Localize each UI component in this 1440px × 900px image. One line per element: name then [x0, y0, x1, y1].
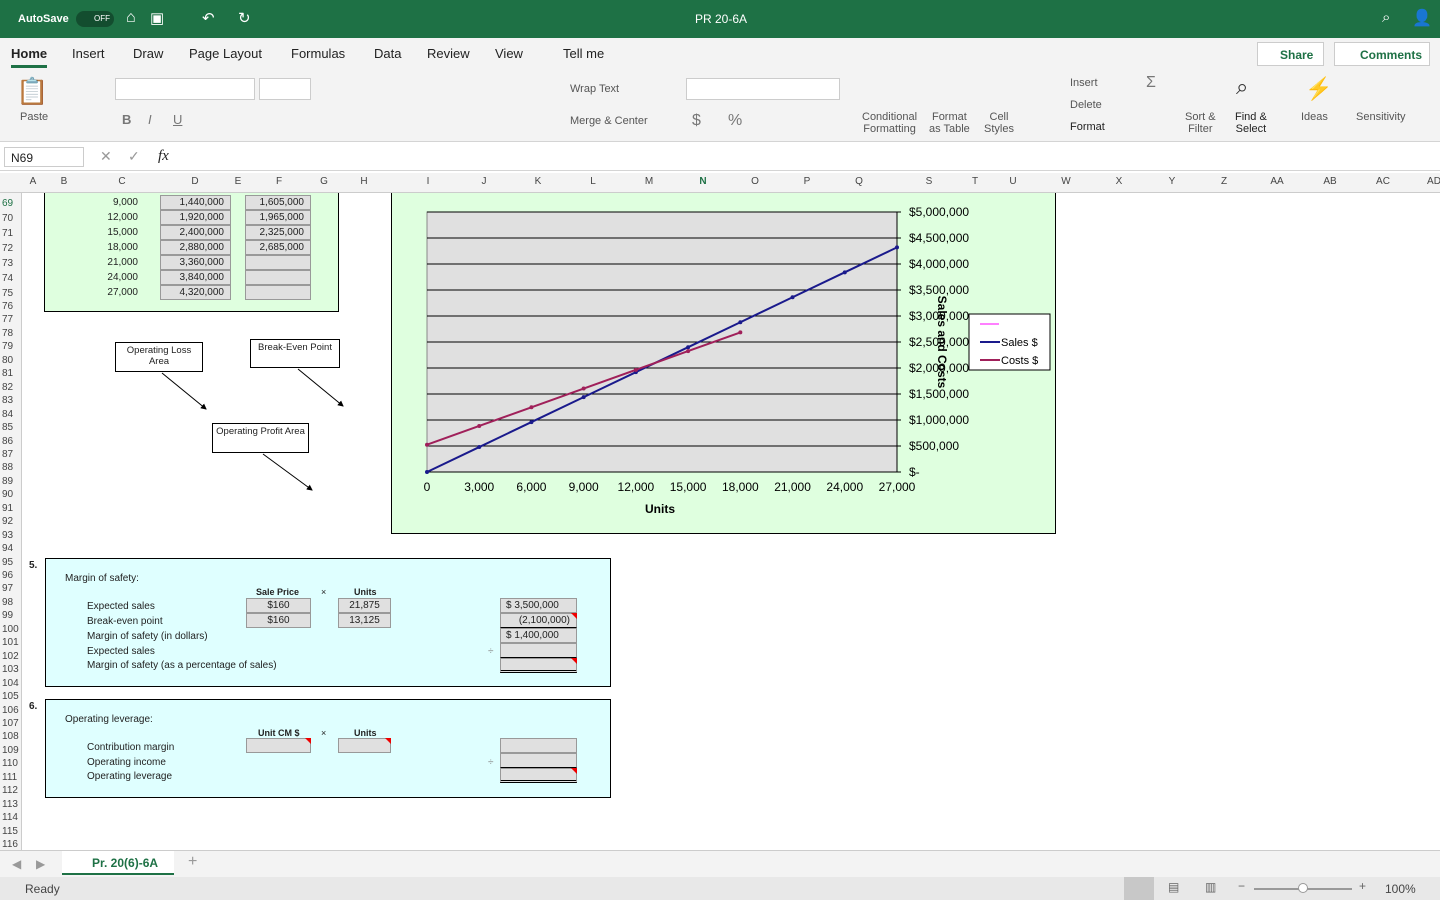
result-cell[interactable] — [500, 643, 577, 658]
data-point — [477, 423, 482, 428]
page-layout-view-icon[interactable]: ▤ — [1168, 880, 1179, 894]
data-point — [581, 395, 586, 400]
x-axis-title: Units — [645, 502, 675, 516]
y-tick-label: $500,000 — [909, 439, 959, 453]
units-cell[interactable]: 13,125 — [338, 613, 391, 628]
result-cell[interactable] — [500, 658, 577, 673]
unit-cm-cell[interactable] — [246, 738, 311, 753]
times-sign: × — [321, 728, 327, 738]
x-tick-label: 9,000 — [569, 480, 599, 494]
data-point — [529, 405, 534, 410]
x-tick-label: 24,000 — [826, 480, 863, 494]
row-label: Margin of safety (as a percentage of sal… — [87, 660, 277, 671]
x-tick-label: 0 — [424, 480, 431, 494]
data-point — [581, 386, 586, 391]
sale-price-cell[interactable]: $160 — [246, 613, 311, 628]
section-number: 6. — [29, 701, 38, 712]
status-text: Ready — [25, 882, 60, 896]
x-tick-label: 6,000 — [516, 480, 546, 494]
col-header-sale-price: Sale Price — [256, 587, 300, 597]
row-label: Expected sales — [87, 601, 155, 612]
comment-indicator — [571, 658, 577, 664]
data-point — [529, 420, 534, 425]
x-tick-label: 15,000 — [670, 480, 707, 494]
normal-view-icon[interactable] — [1124, 877, 1154, 900]
data-point — [425, 442, 429, 447]
x-tick-label: 18,000 — [722, 480, 759, 494]
next-sheet-icon[interactable]: ▶ — [36, 857, 45, 871]
col-header-units: Units — [354, 587, 377, 597]
data-point — [895, 245, 899, 250]
row-label: Operating leverage — [87, 771, 173, 782]
data-point — [738, 330, 743, 335]
data-point — [790, 295, 795, 300]
data-point — [477, 445, 482, 450]
comment-indicator — [305, 738, 311, 744]
y-tick-label: $1,000,000 — [909, 413, 969, 427]
col-header-unit-cm: Unit CM $ — [258, 728, 300, 738]
divide-sign: ÷ — [488, 757, 494, 768]
data-point — [686, 349, 691, 354]
result-cell[interactable]: (2,100,000) — [500, 613, 577, 628]
sheet-tab-active[interactable]: Pr. 20(6)-6A — [62, 851, 174, 875]
y-tick-label: $4,000,000 — [909, 257, 969, 271]
data-point — [686, 345, 691, 350]
section-title: Margin of safety: — [65, 573, 139, 584]
x-tick-label: 21,000 — [774, 480, 811, 494]
legend-label: Sales $ — [1001, 337, 1038, 349]
y-tick-label: $4,500,000 — [909, 231, 969, 245]
zoom-out-icon[interactable]: − — [1238, 879, 1245, 893]
zoom-slider-handle[interactable] — [1298, 883, 1308, 893]
divide-sign: ÷ — [488, 646, 494, 657]
section-title: Operating leverage: — [65, 714, 153, 725]
result-cell[interactable] — [500, 768, 577, 783]
section-number: 5. — [29, 560, 38, 571]
row-label: Break-even point — [87, 616, 163, 627]
comment-indicator — [571, 768, 577, 774]
data-point — [425, 470, 429, 474]
comment-indicator — [571, 613, 577, 619]
data-point — [738, 320, 743, 325]
y-tick-label: $1,500,000 — [909, 387, 969, 401]
y-axis-title: Sales and Costs — [935, 296, 949, 389]
legend-label: Costs $ — [1001, 355, 1038, 367]
col-header-units: Units — [354, 728, 377, 738]
sheet-tabs-bar: ◀ ▶ Pr. 20(6)-6A + — [0, 850, 1440, 877]
add-sheet-icon[interactable]: + — [188, 853, 197, 871]
result-cell[interactable]: $ 3,500,000 — [500, 598, 577, 613]
zoom-level: 100% — [1385, 882, 1416, 896]
sale-price-cell[interactable]: $160 — [246, 598, 311, 613]
data-point — [633, 367, 638, 372]
data-point — [842, 270, 847, 275]
y-tick-label: $- — [909, 465, 920, 479]
times-sign: × — [321, 587, 327, 597]
result-cell[interactable] — [500, 738, 577, 753]
row-label: Expected sales — [87, 646, 155, 657]
comment-indicator — [385, 738, 391, 744]
units-cell[interactable] — [338, 738, 391, 753]
row-label: Operating income — [87, 757, 166, 768]
zoom-in-icon[interactable]: + — [1359, 879, 1366, 893]
status-bar: Ready ▤ ▥ − + 100% — [0, 877, 1440, 900]
units-cell[interactable]: 21,875 — [338, 598, 391, 613]
prev-sheet-icon[interactable]: ◀ — [12, 857, 21, 871]
result-cell[interactable] — [500, 753, 577, 768]
x-tick-label: 12,000 — [618, 480, 655, 494]
row-label: Margin of safety (in dollars) — [87, 631, 208, 642]
result-cell[interactable]: $ 1,400,000 — [500, 628, 577, 643]
x-tick-label: 3,000 — [464, 480, 494, 494]
page-break-view-icon[interactable]: ▥ — [1205, 880, 1216, 894]
y-tick-label: $5,000,000 — [909, 205, 969, 219]
row-label: Contribution margin — [87, 742, 175, 753]
x-tick-label: 27,000 — [879, 480, 916, 494]
